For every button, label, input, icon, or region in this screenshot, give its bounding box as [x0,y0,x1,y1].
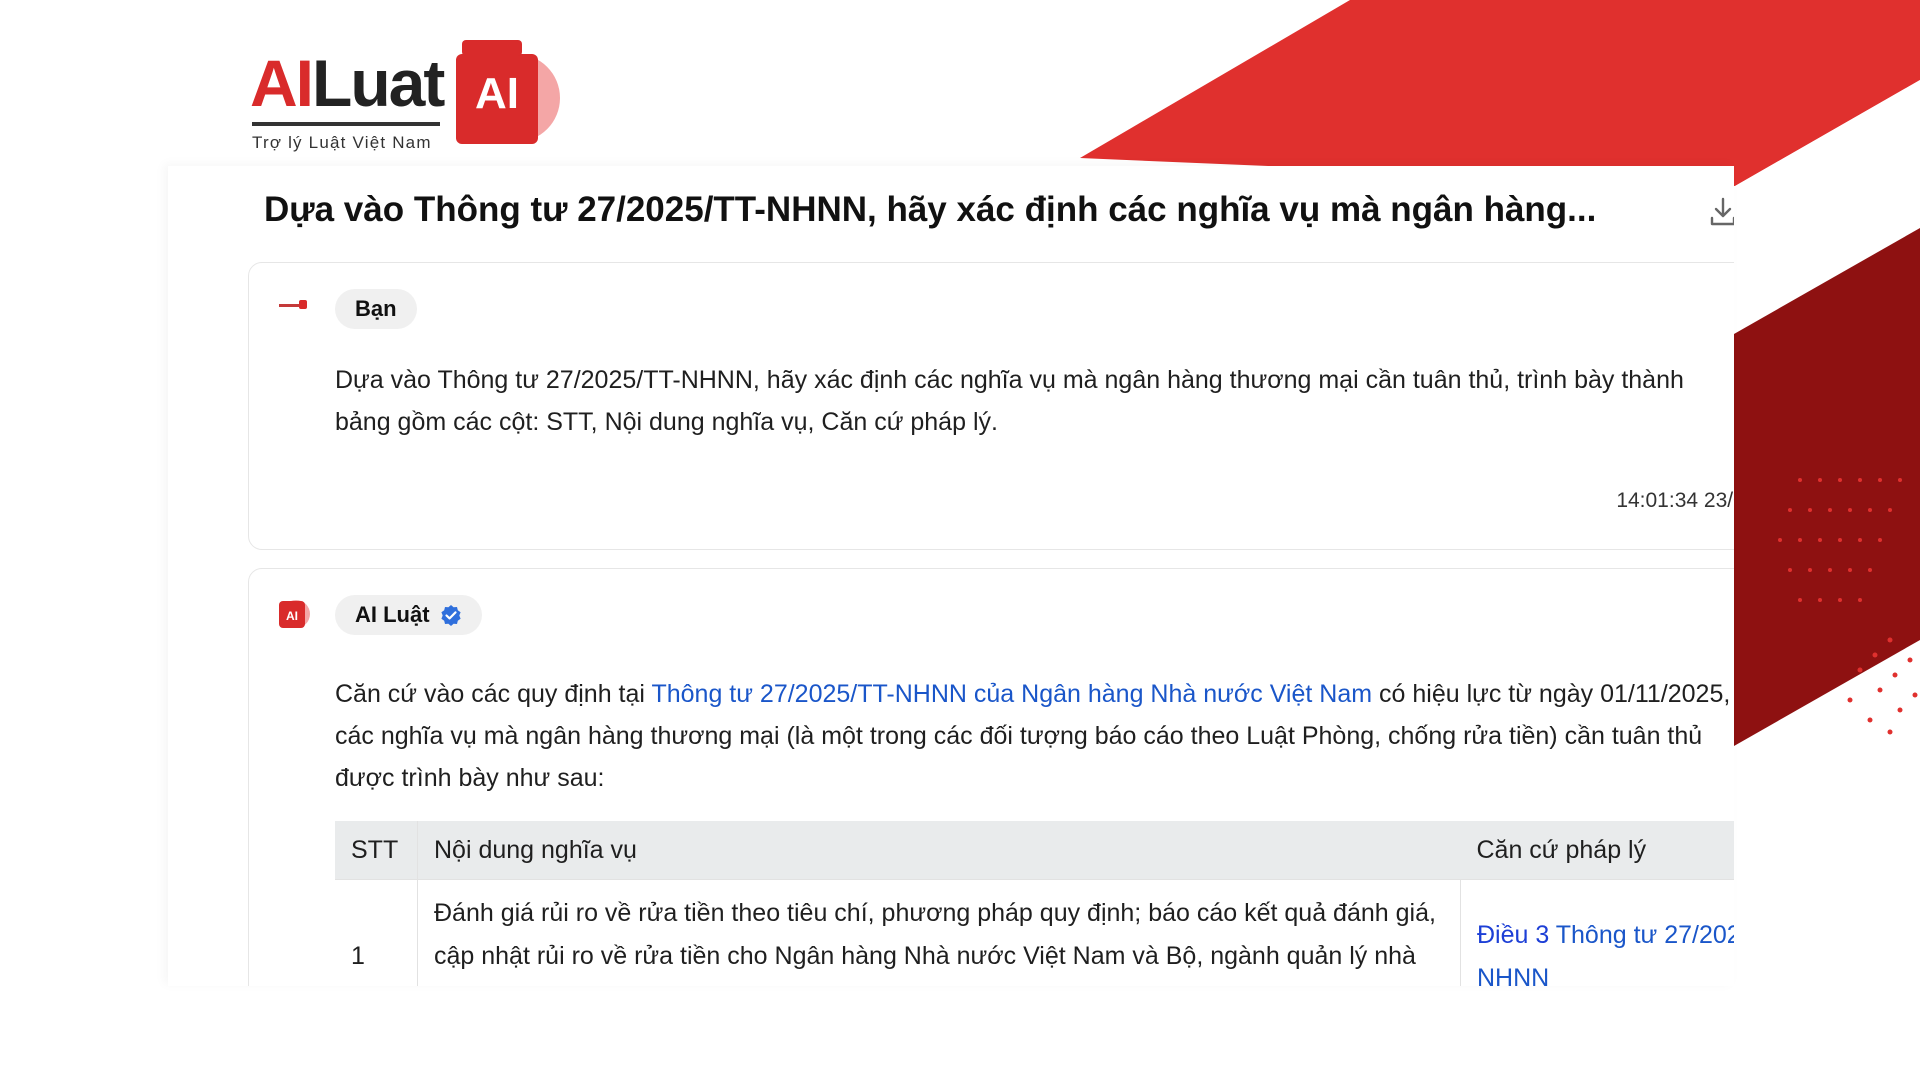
conversation-title: Dựa vào Thông tư 27/2025/TT-NHNN, hãy xá… [264,190,1597,229]
header-stt: STT [335,821,418,880]
user-message-timestamp: 14:01:34 23/09/2025 [1616,489,1734,512]
user-avatar [279,300,307,309]
logo-badge-text: AI [475,69,519,118]
user-message-card: Bạn Dựa vào Thông tư 27/2025/TT-NHNN, hã… [248,262,1734,550]
ai-avatar-icon: AI [279,600,310,628]
header-legal-basis: Căn cứ pháp lý [1460,821,1734,880]
chat-panel: Dựa vào Thông tư 27/2025/TT-NHNN, hãy xá… [168,166,1734,986]
table-header-row: STT Nội dung nghĩa vụ Căn cứ pháp lý [335,821,1734,880]
ai-message-card: AI AI Luật Căn cứ vào các quy định tại T… [248,568,1734,986]
logo-word-ai: AI [250,46,314,120]
cell-content: Đánh giá rủi ro về rửa tiền theo tiêu ch… [417,879,1461,986]
logo-word-luat: Luat [312,46,445,120]
table-row: 1 Đánh giá rủi ro về rửa tiền theo tiêu … [335,879,1734,986]
page: AILuat Trợ lý Luật Việt Nam AI Dựa vào T… [0,0,1920,1080]
logo-underline [252,122,440,126]
user-sender-chip: Bạn [335,289,417,329]
cell-stt: 1 [335,879,418,986]
cell-legal-basis[interactable]: Điều 3 Thông tư 27/2025/TT-NHNN [1460,879,1734,986]
ai-sender-chip: AI Luật [335,595,482,635]
user-message-text: Dựa vào Thông tư 27/2025/TT-NHNN, hãy xá… [335,366,1684,436]
obligations-table: STT Nội dung nghĩa vụ Căn cứ pháp lý 1 Đ… [335,821,1734,986]
logo-tagline: Trợ lý Luật Việt Nam [252,133,432,152]
legal-article-link[interactable]: Điều 3 [1477,921,1549,949]
header-content: Nội dung nghĩa vụ [417,821,1461,880]
ai-intro-before: Căn cứ vào các quy định tại [335,680,652,708]
ailuat-logo[interactable]: AILuat Trợ lý Luật Việt Nam AI [250,40,570,152]
ai-sender-name: AI Luật [355,602,430,627]
ai-message-intro: Căn cứ vào các quy định tại Thông tư 27/… [335,673,1734,799]
verified-icon [440,605,461,626]
user-sender-name: Bạn [355,296,397,321]
download-icon[interactable] [1708,196,1734,228]
svg-text:AI: AI [286,609,298,623]
circular-link[interactable]: Thông tư 27/2025/TT-NHNN của Ngân hàng N… [651,680,1372,708]
